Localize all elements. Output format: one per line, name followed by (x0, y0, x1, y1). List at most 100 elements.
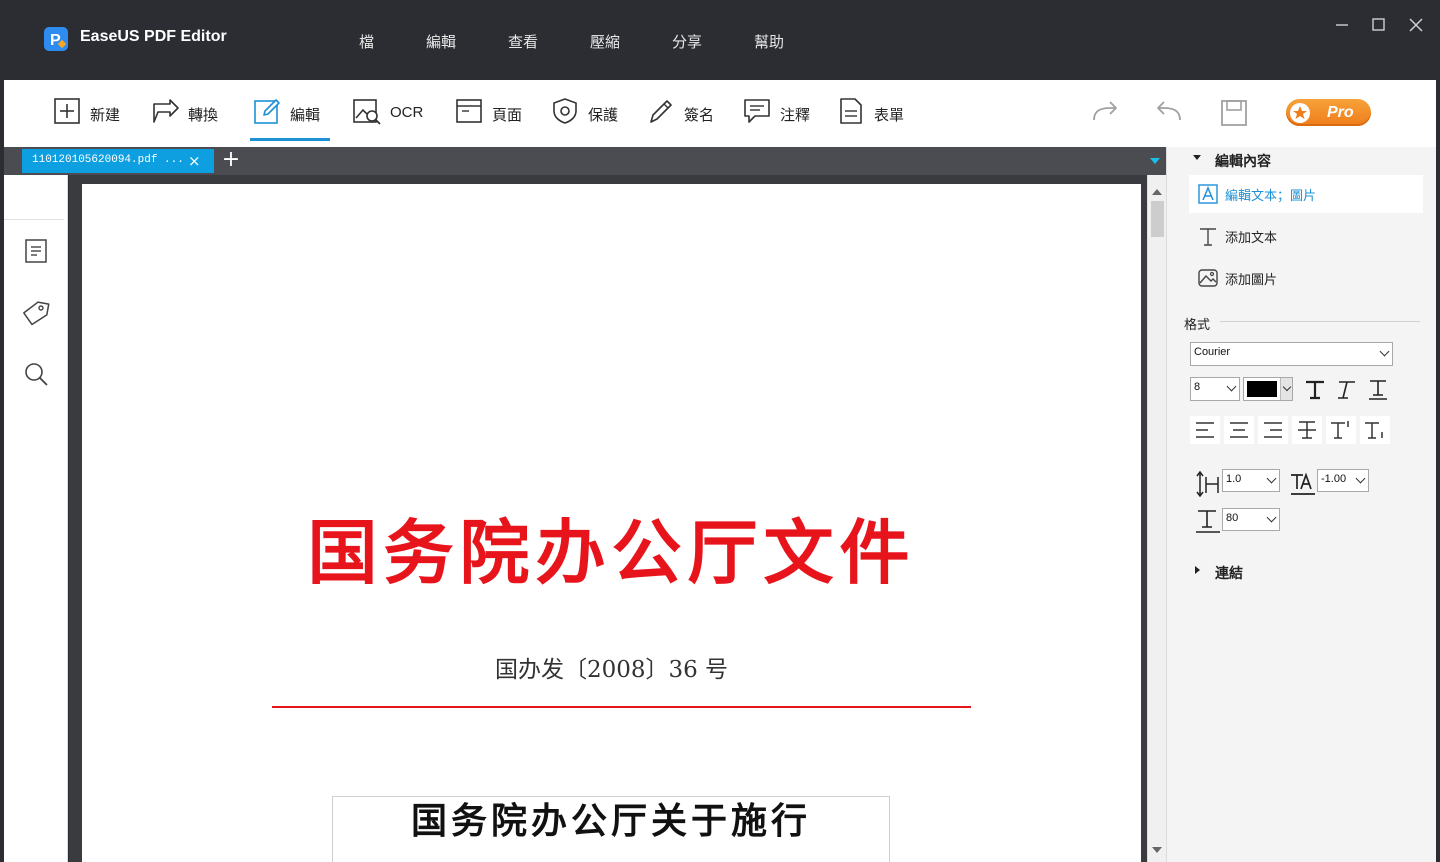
underline-t-icon (1369, 380, 1387, 400)
line-spacing-icon (1194, 469, 1222, 498)
document-header-text[interactable]: 国务院办公厅文件 (82, 497, 1141, 598)
color-swatch (1247, 381, 1277, 397)
document-number-text[interactable]: 国办发〔2008〕36 号 (82, 650, 1141, 684)
link-section-title[interactable]: 連結 (1215, 563, 1243, 583)
tool-annotate[interactable]: 注釋 (742, 92, 810, 142)
char-spacing-select[interactable]: -1.00 (1317, 469, 1369, 492)
pen-sign-icon (646, 96, 676, 126)
italic-button[interactable] (1330, 376, 1360, 404)
add-text-option[interactable]: 添加文本 (1189, 217, 1423, 255)
undo-button[interactable] (1152, 96, 1186, 130)
font-size-select[interactable]: 8 (1190, 377, 1240, 401)
tool-new[interactable]: 新建 (52, 92, 120, 142)
menu-compress[interactable]: 壓縮 (590, 31, 620, 52)
close-button[interactable] (1405, 14, 1427, 36)
save-button[interactable] (1217, 96, 1251, 130)
align-right-icon (1264, 422, 1282, 438)
left-sidebar (4, 175, 68, 862)
align-left-button[interactable] (1190, 416, 1220, 444)
bookmarks-button[interactable] (22, 299, 50, 327)
chevron-down-icon (1355, 473, 1366, 484)
edit-text-icon (1197, 183, 1219, 205)
tab-list-caret-icon[interactable] (1150, 158, 1160, 164)
save-icon (1221, 100, 1247, 126)
thumbnails-button[interactable] (22, 237, 50, 265)
convert-icon (150, 96, 180, 126)
tool-pages-label: 頁面 (492, 107, 523, 124)
align-right-button[interactable] (1258, 416, 1288, 444)
pro-label: Pro (1327, 103, 1354, 121)
tool-sign[interactable]: 簽名 (646, 92, 714, 142)
tool-form[interactable]: 表單 (836, 92, 904, 142)
tool-new-label: 新建 (90, 107, 121, 124)
title-bar: P EaseUS PDF Editor 檔 編輯 查看 壓縮 分享 幫助 (0, 0, 1440, 80)
section-collapsed-caret-icon[interactable] (1195, 566, 1200, 574)
font-color-picker[interactable] (1243, 377, 1293, 401)
text-scale-value: 80 (1226, 512, 1239, 524)
line-spacing-value: 1.0 (1226, 473, 1242, 485)
minimize-button[interactable] (1331, 14, 1353, 36)
tool-edit[interactable]: 編輯 (252, 92, 320, 142)
superscript-button[interactable] (1326, 416, 1356, 444)
scroll-down-arrow-icon[interactable] (1152, 847, 1162, 853)
chevron-down-icon (1226, 381, 1237, 392)
edit-content-section-title[interactable]: 編輯內容 (1215, 151, 1271, 171)
text-scale-icon (1194, 507, 1222, 535)
tool-protect[interactable]: 保護 (550, 92, 618, 142)
edit-text-image-option[interactable]: 編輯文本；圖片 (1189, 175, 1423, 213)
tool-pages[interactable]: 頁面 (454, 92, 522, 142)
scrollbar-thumb[interactable] (1151, 201, 1164, 237)
tool-convert[interactable]: 轉換 (150, 92, 218, 142)
maximize-button[interactable] (1367, 14, 1389, 36)
font-family-value: Courier (1194, 346, 1231, 358)
app-title: EaseUS PDF Editor (80, 28, 227, 45)
add-image-option[interactable]: 添加圖片 (1189, 259, 1423, 297)
subscript-icon (1365, 422, 1383, 439)
search-icon (25, 363, 48, 386)
align-center-button[interactable] (1224, 416, 1254, 444)
menu-help[interactable]: 幫助 (754, 31, 784, 52)
tab-close-icon[interactable]: × (188, 152, 201, 170)
line-spacing-select[interactable]: 1.0 (1222, 469, 1280, 492)
sidebar-divider (4, 219, 64, 220)
image-icon (1197, 267, 1219, 289)
pages-icon (25, 239, 47, 263)
bold-button[interactable] (1300, 376, 1330, 404)
text-scale-select[interactable]: 80 (1222, 508, 1280, 531)
vertical-scrollbar[interactable] (1147, 175, 1166, 862)
edit-text-image-label: 編輯文本；圖片 (1225, 187, 1317, 203)
tool-ocr[interactable]: OCR (352, 92, 423, 142)
format-section-label: 格式 (1184, 317, 1211, 332)
tool-protect-label: 保護 (588, 107, 619, 124)
menu-edit[interactable]: 編輯 (426, 31, 456, 52)
pro-upgrade-button[interactable]: Pro (1286, 99, 1371, 126)
tool-ocr-label: OCR (390, 104, 424, 121)
star-icon (1290, 102, 1310, 123)
menu-share[interactable]: 分享 (672, 31, 702, 52)
document-subtitle-text[interactable]: 国务院办公厅关于施行 (332, 792, 890, 844)
new-tab-button[interactable]: + (220, 149, 242, 172)
italic-t-icon (1338, 381, 1355, 399)
comment-icon (742, 96, 772, 126)
document-tab-name: 110120105620094.pdf ... (32, 154, 184, 166)
chevron-down-icon (1280, 378, 1292, 400)
document-tab[interactable]: 110120105620094.pdf ... × (22, 149, 214, 173)
app-logo-icon: P (44, 27, 68, 51)
section-expanded-caret-icon[interactable] (1193, 155, 1201, 160)
format-divider (1220, 321, 1420, 322)
char-spacing-icon (1289, 469, 1317, 497)
search-button[interactable] (22, 360, 50, 388)
plus-box-icon (52, 96, 82, 126)
scroll-up-arrow-icon[interactable] (1152, 189, 1162, 195)
strikethrough-button[interactable] (1292, 416, 1322, 444)
active-tool-indicator (250, 138, 330, 141)
superscript-icon (1331, 421, 1349, 439)
text-tool-icon (1197, 225, 1219, 247)
subscript-button[interactable] (1360, 416, 1390, 444)
menu-view[interactable]: 查看 (508, 31, 538, 52)
redo-button[interactable] (1088, 96, 1122, 130)
underline-button[interactable] (1363, 376, 1393, 404)
align-left-icon (1196, 422, 1214, 438)
menu-file[interactable]: 檔 (359, 31, 374, 52)
font-family-select[interactable]: Courier (1190, 342, 1393, 366)
